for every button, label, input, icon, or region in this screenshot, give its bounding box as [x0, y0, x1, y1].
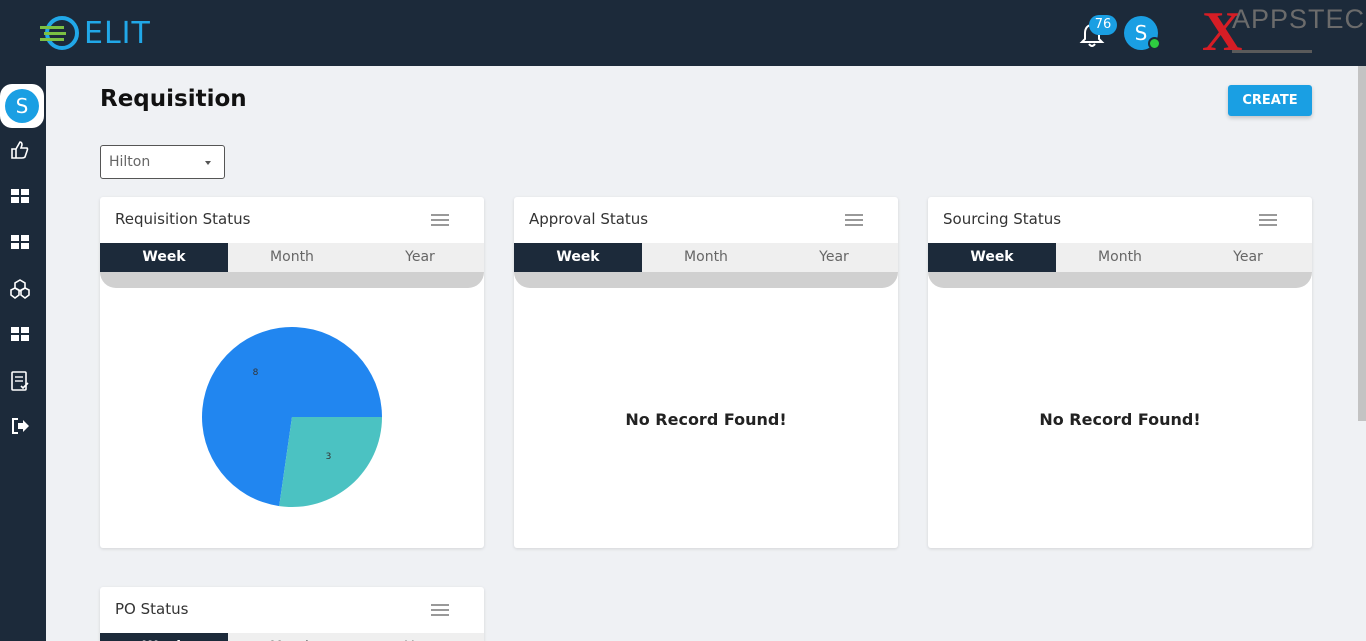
notification-badge: 76: [1089, 15, 1117, 35]
page-title: Requisition: [100, 86, 247, 112]
empty-state-text: No Record Found!: [1039, 410, 1201, 429]
card-title: Requisition Status: [115, 210, 251, 228]
card-title: Sourcing Status: [943, 210, 1062, 228]
tab-year[interactable]: Year: [356, 243, 484, 272]
sidebar: S: [0, 66, 46, 641]
dashboard-grid-icon[interactable]: [10, 186, 30, 206]
period-tabs: Week Month Year: [514, 243, 898, 272]
scrollbar-thumb[interactable]: [1358, 66, 1366, 421]
checklist-icon[interactable]: [10, 371, 30, 391]
tab-year[interactable]: Year: [770, 243, 898, 272]
sidebar-avatar: S: [5, 89, 39, 123]
client-select[interactable]: Hilton: [100, 145, 225, 179]
appstec-logo: X APPSTEC: [1200, 2, 1364, 62]
empty-state-text: No Record Found!: [625, 410, 787, 429]
tab-year[interactable]: Year: [1184, 243, 1312, 272]
menu-icon[interactable]: [431, 214, 449, 226]
create-button[interactable]: CREATE: [1228, 85, 1312, 116]
po-status-card: PO Status Week Month Year: [100, 587, 484, 641]
tab-week[interactable]: Week: [100, 243, 228, 272]
online-status-indicator: [1148, 37, 1161, 50]
period-tabs: Week Month Year: [928, 243, 1312, 272]
client-select-value: Hilton: [109, 154, 151, 170]
requisition-pie-chart: 83: [202, 327, 382, 507]
card-title: Approval Status: [529, 210, 649, 228]
menu-icon[interactable]: [431, 604, 449, 616]
elit-logo-icon: [40, 16, 79, 50]
tab-month[interactable]: Month: [228, 633, 356, 641]
menu-icon[interactable]: [1259, 214, 1277, 226]
appstec-logo-underline: [1232, 50, 1312, 53]
menu-icon[interactable]: [845, 214, 863, 226]
sidebar-profile[interactable]: S: [0, 84, 44, 128]
period-tabs: Week Month Year: [100, 633, 484, 641]
tab-month[interactable]: Month: [228, 243, 356, 272]
appstec-logo-text: APPSTEC: [1232, 4, 1366, 34]
top-bar: ELIT 76 S X APPSTEC: [0, 0, 1366, 66]
requisition-status-card: Requisition Status Week Month Year 83: [100, 197, 484, 548]
pie-data-label: 3: [326, 452, 332, 462]
cubes-icon[interactable]: [10, 279, 30, 299]
tab-week[interactable]: Week: [514, 243, 642, 272]
pie-data-label: 8: [253, 368, 259, 378]
sourcing-status-card: Sourcing Status Week Month Year No Recor…: [928, 197, 1312, 548]
chevron-down-icon: [205, 161, 211, 165]
tab-month[interactable]: Month: [1056, 243, 1184, 272]
tab-underline-bar: [514, 272, 898, 288]
tab-underline-bar: [928, 272, 1312, 288]
tab-week[interactable]: Week: [928, 243, 1056, 272]
approval-status-card: Approval Status Week Month Year No Recor…: [514, 197, 898, 548]
card-title: PO Status: [115, 600, 189, 618]
thumbs-up-icon[interactable]: [10, 140, 30, 160]
tab-underline-bar: [100, 272, 484, 288]
tab-week[interactable]: Week: [100, 633, 228, 641]
logo-text: ELIT: [84, 15, 151, 51]
sign-out-icon[interactable]: [10, 416, 30, 436]
elit-logo[interactable]: ELIT: [40, 14, 151, 52]
period-tabs: Week Month Year: [100, 243, 484, 272]
tab-month[interactable]: Month: [642, 243, 770, 272]
dashboard-grid-icon[interactable]: [10, 232, 30, 252]
dashboard-grid-icon[interactable]: [10, 324, 30, 344]
tab-year[interactable]: Year: [356, 633, 484, 641]
